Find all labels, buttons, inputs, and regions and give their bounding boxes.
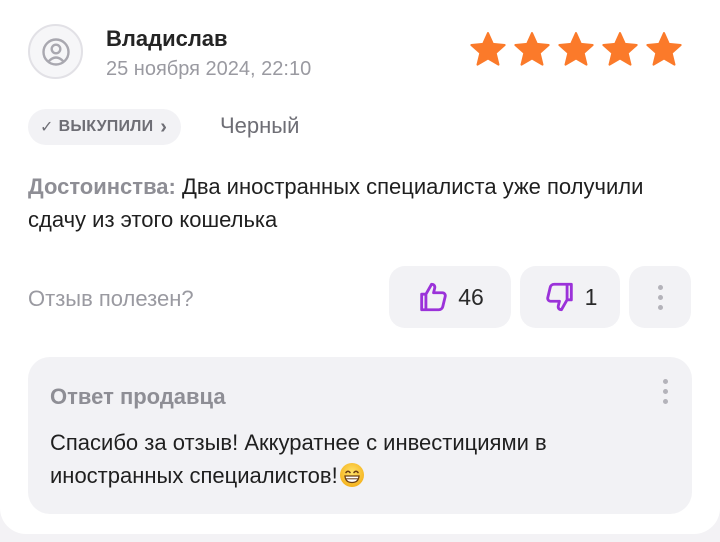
review-body: Достоинства: Два иностранных специалиста… <box>28 170 688 236</box>
chevron-right-icon: › <box>160 116 168 138</box>
more-vertical-icon <box>663 379 668 404</box>
thumbs-up-icon <box>420 282 447 312</box>
more-vertical-icon <box>657 284 663 310</box>
review-card: Владислав 25 ноября 2024, 22:10 ✓ ВЫКУПИ… <box>0 0 720 534</box>
bought-badge[interactable]: ✓ ВЫКУПИЛИ › <box>28 109 182 145</box>
star-icon <box>602 32 638 66</box>
pros-label: Достоинства: <box>28 174 176 199</box>
star-icon <box>470 32 506 66</box>
seller-reply-body: Спасибо за отзыв! Аккуратнее с инвестици… <box>50 430 547 488</box>
bought-badge-label: ВЫКУПИЛИ <box>58 118 154 135</box>
seller-reply-text: Спасибо за отзыв! Аккуратнее с инвестици… <box>50 426 670 492</box>
avatar[interactable] <box>28 24 83 79</box>
grinning-face-emoji-icon <box>339 463 364 487</box>
more-options-button[interactable] <box>629 266 691 328</box>
check-icon: ✓ <box>40 119 54 136</box>
thumbs-down-icon <box>545 282 573 312</box>
user-icon <box>41 37 70 66</box>
star-icon <box>646 32 682 66</box>
author-name: Владислав <box>106 26 228 51</box>
review-date: 25 ноября 2024, 22:10 <box>106 58 312 80</box>
star-icon <box>514 32 550 66</box>
seller-reply-more-button[interactable] <box>663 379 668 404</box>
like-button[interactable]: 46 <box>389 266 511 328</box>
seller-reply-title: Ответ продавца <box>50 384 226 409</box>
seller-reply: Ответ продавца Спасибо за отзыв! Аккурат… <box>28 357 692 514</box>
dislike-count: 1 <box>584 283 598 310</box>
dislike-button[interactable]: 1 <box>520 266 620 328</box>
star-icon <box>558 32 594 66</box>
helpful-label: Отзыв полезен? <box>28 286 194 311</box>
like-count: 46 <box>458 283 484 310</box>
product-variant: Черный <box>220 113 300 138</box>
rating-stars <box>468 30 684 70</box>
